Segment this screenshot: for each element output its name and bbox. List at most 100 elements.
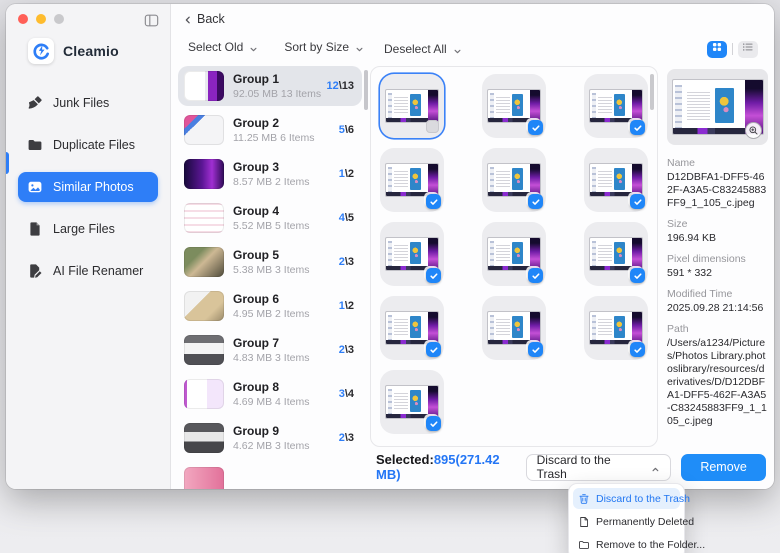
- group-text: Group 7 4.83 MB 3 Items: [233, 336, 309, 364]
- photo-item[interactable]: [584, 222, 648, 286]
- photo-item[interactable]: [380, 296, 444, 360]
- checkbox-checked-icon[interactable]: [630, 120, 645, 135]
- menu-item-icon: [578, 493, 590, 505]
- group-meta: 92.05 MB 13 Items: [233, 88, 321, 100]
- grid-view-button[interactable]: [707, 41, 727, 58]
- sidebar-item[interactable]: AI File Renamer: [18, 256, 158, 286]
- group-selection-count: 12\13: [326, 80, 354, 92]
- photo-item[interactable]: [482, 148, 546, 212]
- group-row[interactable]: Group 8 4.69 MB 4 Items 3\4: [178, 374, 362, 414]
- photo-item[interactable]: [584, 148, 648, 212]
- metadata-label: Size: [667, 218, 768, 230]
- group-thumbnail: [184, 335, 224, 365]
- group-row[interactable]: Group 7 4.83 MB 3 Items 2\3: [178, 330, 362, 370]
- metadata-field: Name D12DBFA1-DFF5-462F-A3A5-C83245883FF…: [667, 157, 768, 210]
- group-row[interactable]: Group 6 4.95 MB 2 Items 1\2: [178, 286, 362, 326]
- group-list-scrollbar[interactable]: [364, 70, 368, 110]
- checkbox-checked-icon[interactable]: [528, 268, 543, 283]
- checkbox-checked-icon[interactable]: [630, 268, 645, 283]
- group-meta: 4.83 MB 3 Items: [233, 352, 309, 364]
- sort-by-label: Sort by Size: [284, 40, 349, 54]
- group-thumbnail: [184, 203, 224, 233]
- checkbox-checked-icon[interactable]: [426, 342, 441, 357]
- photo-thumbnail: [385, 89, 439, 123]
- checkbox-checked-icon[interactable]: [528, 120, 543, 135]
- chevron-left-icon: [183, 14, 193, 24]
- checkbox-checked-icon[interactable]: [426, 416, 441, 431]
- sidebar-item[interactable]: Junk Files: [18, 88, 158, 118]
- checkbox-checked-icon[interactable]: [528, 342, 543, 357]
- chevron-down-icon: [249, 43, 258, 52]
- list-view-button[interactable]: [738, 41, 758, 58]
- checkbox-checked-icon[interactable]: [426, 194, 441, 209]
- group-row[interactable]: Group 1 92.05 MB 13 Items 12\13: [178, 66, 362, 106]
- metadata-label: Name: [667, 157, 768, 169]
- sort-by-dropdown[interactable]: Sort by Size: [284, 40, 364, 54]
- right-area: Deselect All: [370, 34, 774, 489]
- chevron-down-icon: [453, 45, 462, 54]
- sidebar-item-label: Junk Files: [53, 96, 109, 110]
- photo-item[interactable]: [584, 296, 648, 360]
- sidebar-toggle-icon[interactable]: [143, 12, 160, 29]
- checkbox-unchecked[interactable]: [426, 120, 439, 133]
- group-row[interactable]: Group 9 4.62 MB 3 Items 2\3: [178, 418, 362, 458]
- metadata-label: Pixel dimensions: [667, 253, 768, 265]
- photo-item[interactable]: [482, 296, 546, 360]
- checkbox-checked-icon[interactable]: [630, 342, 645, 357]
- sidebar-item[interactable]: Large Files: [18, 214, 158, 244]
- photo-item[interactable]: [482, 222, 546, 286]
- select-old-dropdown[interactable]: Select Old: [188, 40, 258, 54]
- remove-button[interactable]: Remove: [681, 454, 766, 481]
- photo-grid-container: [370, 66, 658, 447]
- photo-thumbnail: [487, 311, 541, 345]
- group-meta: 4.95 MB 2 Items: [233, 308, 309, 320]
- group-text: Group 1 92.05 MB 13 Items: [233, 72, 321, 100]
- menu-item[interactable]: Permanently Deleted: [573, 511, 680, 532]
- deselect-all-label: Deselect All: [384, 42, 447, 56]
- photo-thumbnail: [589, 237, 643, 271]
- group-selection-count: 5\6: [339, 124, 354, 136]
- menu-item[interactable]: Remove to the Folder...: [573, 534, 680, 553]
- group-row[interactable]: Group 2 11.25 MB 6 Items 5\6: [178, 110, 362, 150]
- sidebar-item-label: AI File Renamer: [53, 264, 143, 278]
- group-row[interactable]: [178, 462, 362, 489]
- group-row[interactable]: Group 4 5.52 MB 5 Items 4\5: [178, 198, 362, 238]
- sidebar-item[interactable]: Similar Photos: [18, 172, 158, 202]
- action-dropdown-button[interactable]: Discard to the Trash: [526, 454, 672, 481]
- sidebar-item[interactable]: Duplicate Files: [18, 130, 158, 160]
- sidebar-item-label: Duplicate Files: [53, 138, 135, 152]
- menu-item[interactable]: Discard to the Trash: [573, 488, 680, 509]
- photo-item[interactable]: [482, 74, 546, 138]
- close-window-button[interactable]: [18, 14, 28, 24]
- photo-item[interactable]: [380, 222, 444, 286]
- checkbox-checked-icon[interactable]: [630, 194, 645, 209]
- group-thumbnail: [184, 291, 224, 321]
- chevron-down-icon: [355, 43, 364, 52]
- deselect-all-dropdown[interactable]: Deselect All: [384, 42, 462, 56]
- photo-item[interactable]: [380, 74, 444, 138]
- checkbox-checked-icon[interactable]: [528, 194, 543, 209]
- zoom-window-button[interactable]: [54, 14, 64, 24]
- minimize-window-button[interactable]: [36, 14, 46, 24]
- group-name: Group 3: [233, 160, 309, 174]
- chevron-up-icon: [651, 463, 660, 472]
- view-toggles: [707, 41, 758, 58]
- photo-thumbnail: [589, 311, 643, 345]
- group-name: Group 8: [233, 380, 309, 394]
- photo-item[interactable]: [584, 74, 648, 138]
- group-selection-count: 1\2: [339, 300, 354, 312]
- group-text: Group 5 5.38 MB 3 Items: [233, 248, 309, 276]
- photo-item[interactable]: [380, 148, 444, 212]
- group-thumbnail: [184, 247, 224, 277]
- checkbox-checked-icon[interactable]: [426, 268, 441, 283]
- group-row[interactable]: Group 5 5.38 MB 3 Items 2\3: [178, 242, 362, 282]
- photo-grid-scrollbar[interactable]: [650, 74, 654, 110]
- back-button[interactable]: Back: [183, 12, 225, 26]
- group-list: Group 1 92.05 MB 13 Items 12\13 Group 2: [176, 66, 368, 489]
- group-selection-count: 2\3: [339, 344, 354, 356]
- group-selection-count: 4\5: [339, 212, 354, 224]
- magnifier-icon[interactable]: [745, 122, 762, 139]
- photo-item[interactable]: [380, 370, 444, 434]
- group-row[interactable]: Group 3 8.57 MB 2 Items 1\2: [178, 154, 362, 194]
- metadata-field: Path /Users/a1234/Pictures/Photos Librar…: [667, 323, 768, 428]
